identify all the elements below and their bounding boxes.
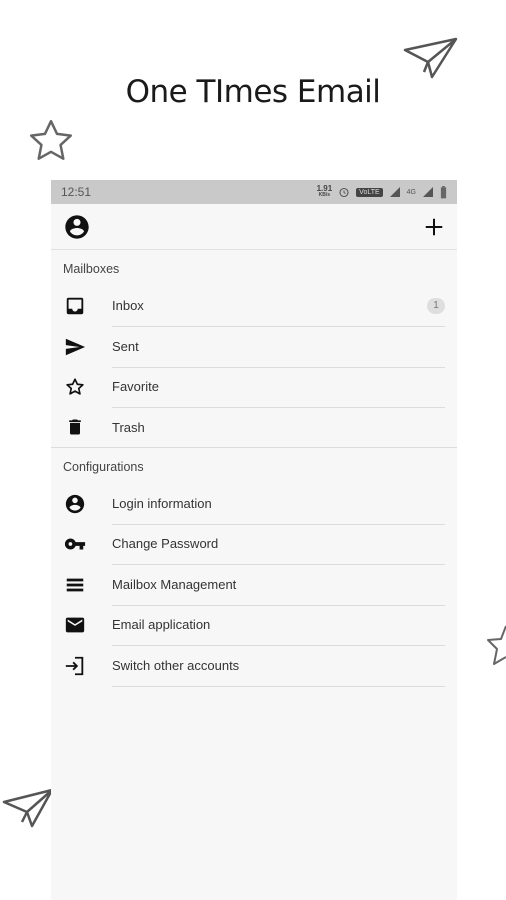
- star-partial-decoration-icon: [487, 625, 506, 665]
- mailbox-item-sent[interactable]: Sent: [51, 327, 457, 368]
- trash-icon: [69, 419, 81, 435]
- config-item-label: Switch other accounts: [112, 657, 240, 673]
- phone-screen: 12:51 1.91 KB/s VoLTE 4G Mailboxes Inbox…: [51, 180, 457, 900]
- signal-icon-2: [423, 187, 433, 197]
- mail-icon: [65, 617, 85, 633]
- mailbox-item-label: Inbox: [112, 298, 144, 314]
- mailbox-item-inbox[interactable]: Inbox 1: [51, 286, 457, 327]
- config-item-switch-other-accounts[interactable]: Switch other accounts: [51, 646, 457, 687]
- signal-icon: [389, 187, 400, 197]
- config-item-label: Mailbox Management: [112, 576, 237, 592]
- mailbox-item-label: Trash: [112, 419, 145, 435]
- status-icons: 1.91 KB/s VoLTE 4G: [317, 185, 447, 199]
- mailboxes-section-title: Mailboxes: [63, 262, 120, 276]
- configuration-list: Login information Change Password Mailbo…: [51, 484, 457, 687]
- network-type: 4G: [406, 188, 416, 196]
- add-icon[interactable]: [423, 216, 445, 238]
- unread-count-badge: 1: [427, 297, 445, 314]
- account-circle-icon: [65, 494, 85, 513]
- config-item-mailbox-management[interactable]: Mailbox Management: [51, 565, 457, 606]
- mailbox-item-trash[interactable]: Trash: [51, 408, 457, 447]
- app-bar: [51, 204, 457, 250]
- switch-account-icon: [65, 656, 84, 675]
- config-item-label: Login information: [112, 495, 212, 511]
- paper-plane-icon-bottom: [2, 788, 54, 828]
- mailbox-item-label: Favorite: [112, 379, 159, 395]
- config-item-label: Change Password: [112, 536, 219, 552]
- battery-icon: [440, 185, 447, 198]
- config-item-change-password[interactable]: Change Password: [51, 524, 457, 565]
- status-bar: 12:51 1.91 KB/s VoLTE 4G: [51, 180, 457, 204]
- mailbox-item-label: Sent: [112, 338, 139, 354]
- send-icon: [65, 338, 86, 355]
- config-item-login-information[interactable]: Login information: [51, 484, 457, 525]
- status-time: 12:51: [61, 185, 92, 199]
- mailbox-item-favorite[interactable]: Favorite: [51, 367, 457, 408]
- account-circle-icon[interactable]: [63, 213, 91, 241]
- configurations-section-title: Configurations: [63, 459, 144, 474]
- key-icon: [64, 538, 86, 550]
- app-headline: One TImes Email: [125, 74, 381, 110]
- star-outline-decoration-icon: [29, 119, 73, 160]
- menu-icon: [66, 578, 84, 592]
- star-outline-icon: [66, 378, 84, 395]
- config-item-label: Email application: [112, 617, 211, 633]
- mailbox-list: Inbox 1 Sent Favorite Trash: [51, 286, 457, 447]
- volte-badge: VoLTE: [356, 187, 383, 197]
- inbox-icon: [66, 298, 84, 315]
- net-speed: 1.91 KB/s: [316, 184, 333, 199]
- config-item-email-application[interactable]: Email application: [51, 605, 457, 646]
- alarm-icon: [339, 187, 349, 198]
